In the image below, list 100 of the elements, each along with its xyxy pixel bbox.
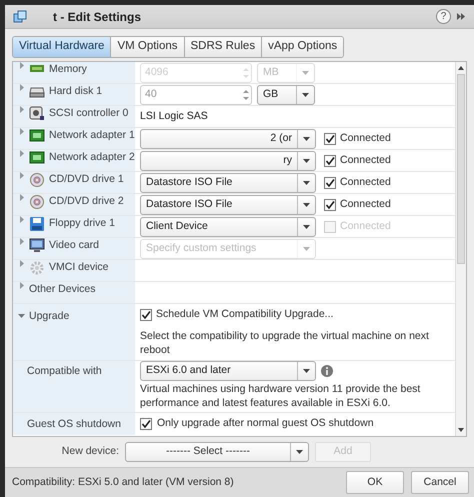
expand-arrow-icon[interactable] [18,260,25,267]
network-card-icon [29,128,45,144]
expand-arrow-icon[interactable] [18,62,25,69]
check-icon [141,310,151,320]
vm-icon [13,10,27,24]
expanded-arrow-icon[interactable] [18,312,25,319]
window-title: t - Edit Settings [53,8,141,26]
field-label: Compatible with [27,364,102,379]
expand-arrow-icon[interactable] [18,238,25,245]
device-label: Memory [49,62,87,77]
description-text: Select the compatibility to upgrade the virtual machine on next reboot [140,328,430,357]
checkbox-label: Connected [340,196,391,212]
dropdown-value: 2 (or [269,130,293,146]
scroll-down-icon[interactable] [458,428,464,432]
tab[interactable]: VM Options [111,37,185,57]
check-icon [325,200,335,210]
expand-icon[interactable] [457,12,466,21]
dropdown-value: ry [282,152,293,168]
device-label: SCSI controller 0 [49,106,128,121]
check-icon [141,418,151,429]
field-label: Guest OS shutdown [27,416,121,432]
checkbox[interactable] [324,132,336,144]
new-device-label: New device: [60,444,120,460]
check-icon [325,156,335,166]
dropdown-arrow-icon [303,202,310,206]
device-label: Floppy drive 1 [49,216,115,231]
expand-arrow-icon[interactable] [18,150,25,157]
dropdown-arrow-icon [303,246,310,250]
device-dropdown[interactable]: 2 (or [140,128,316,148]
help-button[interactable]: ? [436,9,451,24]
check-icon [325,178,335,188]
expand-arrow-icon[interactable] [18,216,25,223]
description-text: Virtual machines using hardware version 11 provide the best performance and latest features available in ESXi 6.0. [140,382,422,410]
ok-button[interactable]: OK [346,471,404,494]
dropdown-value: Datastore ISO File [145,174,234,190]
dropdown-arrow-icon [302,70,309,74]
dropdown-arrow-icon [302,92,309,96]
checkbox-label: Connected [340,130,391,146]
expand-arrow-icon[interactable] [18,106,25,113]
expand-arrow-icon[interactable] [18,84,25,91]
dropdown-value: GB [262,86,280,102]
dropdown-arrow-icon [303,180,310,184]
dropdown-value: ESXi 6.0 and later [145,362,232,378]
device-label: Network adapter 1 [49,128,135,143]
checkbox-label: Connected [340,174,391,190]
checkbox-label: Schedule VM Compatibility Upgrade... [156,307,334,322]
disc-icon [29,172,45,188]
monitor-icon [29,238,45,254]
dropdown-value: Datastore ISO File [145,196,234,212]
device-dropdown[interactable]: Datastore ISO File [140,194,316,214]
expand-arrow-icon[interactable] [18,128,25,135]
tab[interactable]: Virtual Hardware [13,37,112,57]
checkbox-label: Only upgrade after normal guest OS shutdown [157,416,374,431]
checkbox[interactable] [140,308,152,321]
dropdown-arrow-icon [303,368,310,373]
device-dropdown[interactable]: ry [140,150,316,170]
info-icon [321,364,333,377]
dropdown-arrow-icon [296,450,303,454]
dropdown-value: Specify custom settings [145,240,258,256]
scroll-thumb[interactable] [457,74,465,264]
scrollbar[interactable] [455,62,466,436]
expand-arrow-icon[interactable] [18,172,25,179]
dropdown-arrow-icon [303,158,310,162]
expand-arrow-icon[interactable] [18,282,25,289]
checkbox-label: Connected [340,218,391,234]
section-label: Upgrade [29,309,70,324]
checkbox-label: Connected [340,152,391,168]
device-label: Hard disk 1 [49,84,102,99]
compatibility-dropdown[interactable]: ESXi 6.0 and later [140,360,316,381]
tab[interactable]: SDRS Rules [184,37,262,57]
checkbox[interactable] [324,154,336,166]
device-label: Other Devices [29,282,96,297]
dropdown-value: MB [262,64,280,80]
expand-arrow-icon[interactable] [18,194,25,201]
gear-icon [29,260,45,276]
dropdown-arrow-icon [303,136,310,140]
device-dropdown[interactable]: Datastore ISO File [140,172,316,192]
scroll-up-icon[interactable] [458,66,464,70]
unit-dropdown[interactable]: GB [257,84,315,104]
device-value: LSI Logic SAS [140,108,208,124]
checkbox[interactable] [324,176,336,188]
spinner-icon [241,88,251,102]
device-label: Video card [49,238,100,253]
device-label: CD/DVD drive 1 [49,172,124,187]
device-label: VMCI device [49,260,109,275]
network-card-icon [29,150,45,166]
checkbox[interactable] [324,198,336,210]
dropdown-arrow-icon [303,224,310,228]
disc-icon [29,194,45,210]
compatibility-text: Compatibility: ESXi 5.0 and later (VM version 8) [12,474,235,490]
checkbox[interactable] [140,418,152,430]
device-label: Network adapter 2 [49,150,135,165]
device-dropdown[interactable]: Client Device [140,216,316,236]
check-icon [325,134,335,144]
cancel-button[interactable]: Cancel [411,471,469,494]
device-label: CD/DVD drive 2 [49,194,124,209]
tab[interactable]: vApp Options [262,37,344,57]
new-device-dropdown[interactable]: ------- Select ------- [125,442,309,462]
spinner-icon [241,66,251,80]
dropdown-value: Client Device [145,218,209,234]
